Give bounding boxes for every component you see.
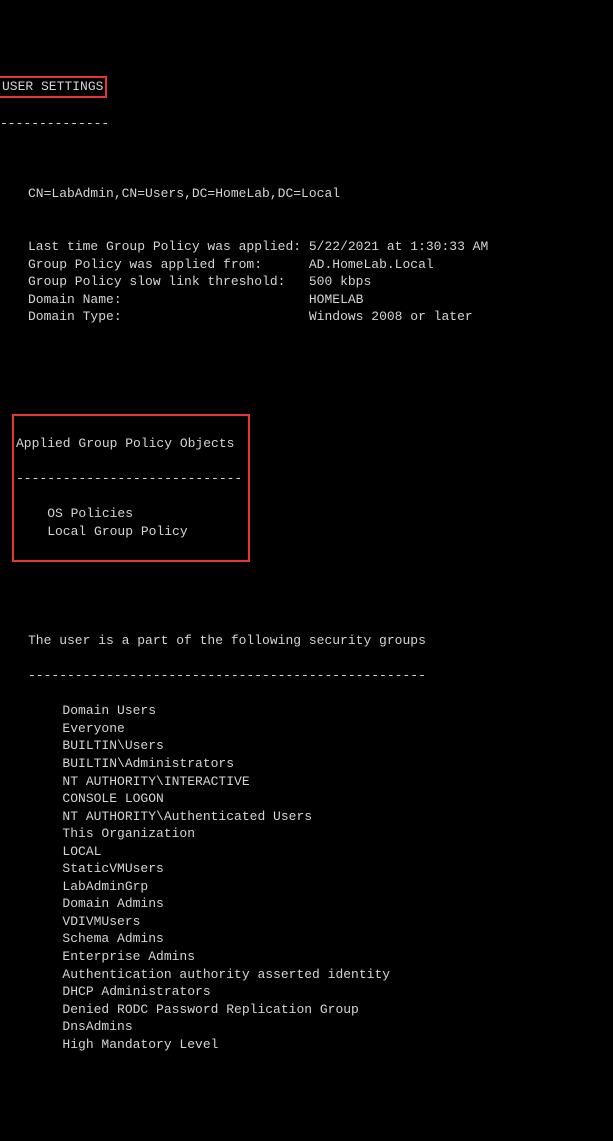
- security-group-item: Everyone: [0, 720, 613, 738]
- security-group-item: Domain Admins: [0, 895, 613, 913]
- user-info-row: Last time Group Policy was applied: 5/22…: [0, 238, 613, 256]
- user-info-key: Group Policy slow link threshold:: [28, 273, 301, 291]
- security-group-item: High Mandatory Level: [0, 1036, 613, 1054]
- security-group-item: BUILTIN\Users: [0, 737, 613, 755]
- security-group-item: BUILTIN\Administrators: [0, 755, 613, 773]
- title-dashes: --------------: [0, 115, 613, 133]
- user-info-value: Windows 2008 or later: [309, 308, 473, 326]
- user-info-row: Domain Name: HOMELAB: [0, 291, 613, 309]
- security-group-item: NT AUTHORITY\INTERACTIVE: [0, 773, 613, 791]
- user-info-value: HOMELAB: [309, 291, 364, 309]
- security-group-item: Authentication authority asserted identi…: [0, 966, 613, 984]
- user-settings-title: USER SETTINGS: [0, 76, 107, 98]
- security-group-item: Denied RODC Password Replication Group: [0, 1001, 613, 1019]
- security-group-item: Enterprise Admins: [0, 948, 613, 966]
- security-group-item: CONSOLE LOGON: [0, 790, 613, 808]
- user-info-value: 5/22/2021 at 1:30:33 AM: [309, 238, 488, 256]
- user-info-row: Group Policy slow link threshold: 500 kb…: [0, 273, 613, 291]
- user-info-key: Domain Name:: [28, 291, 301, 309]
- applied-gpo-highlight: Applied Group Policy Objects -----------…: [12, 414, 250, 562]
- applied-gpo-dashes: -----------------------------: [16, 470, 242, 488]
- user-info-value: 500 kbps: [309, 273, 371, 291]
- security-group-item: Domain Users: [0, 702, 613, 720]
- security-groups-title: The user is a part of the following secu…: [0, 632, 613, 650]
- gpo-item: Local Group Policy: [16, 523, 242, 541]
- user-info-key: Last time Group Policy was applied:: [28, 238, 301, 256]
- gpo-item: OS Policies: [16, 505, 242, 523]
- user-info-value: AD.HomeLab.Local: [309, 256, 434, 274]
- user-info-key: Domain Type:: [28, 308, 301, 326]
- user-info-row: Domain Type: Windows 2008 or later: [0, 308, 613, 326]
- security-groups-dashes: ----------------------------------------…: [0, 667, 613, 685]
- security-group-item: LOCAL: [0, 843, 613, 861]
- applied-gpo-title: Applied Group Policy Objects: [16, 435, 242, 453]
- security-group-item: LabAdminGrp: [0, 878, 613, 896]
- security-group-item: DnsAdmins: [0, 1018, 613, 1036]
- security-group-item: NT AUTHORITY\Authenticated Users: [0, 808, 613, 826]
- user-info-key: Group Policy was applied from:: [28, 256, 301, 274]
- security-group-item: StaticVMUsers: [0, 860, 613, 878]
- security-group-item: Schema Admins: [0, 930, 613, 948]
- user-info-row: Group Policy was applied from: AD.HomeLa…: [0, 256, 613, 274]
- security-group-item: VDIVMUsers: [0, 913, 613, 931]
- security-group-item: DHCP Administrators: [0, 983, 613, 1001]
- security-group-item: This Organization: [0, 825, 613, 843]
- user-dn: CN=LabAdmin,CN=Users,DC=HomeLab,DC=Local: [0, 185, 613, 203]
